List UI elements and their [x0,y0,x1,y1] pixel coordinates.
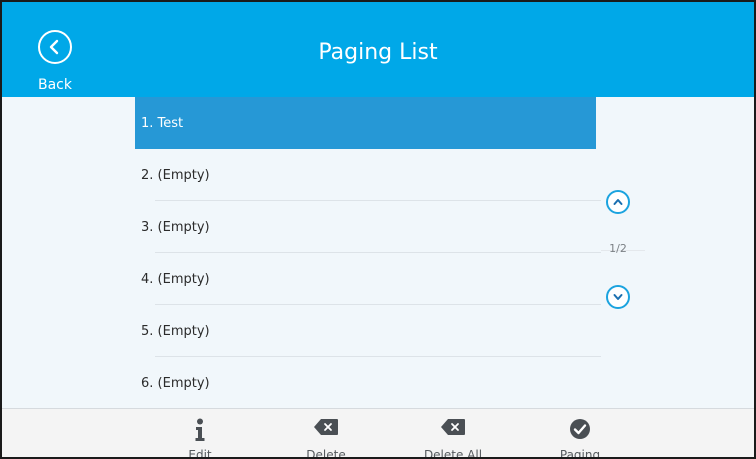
list-item[interactable]: 4. (Empty) [135,253,601,305]
check-circle-icon [570,419,590,439]
edit-label: Edit [188,448,212,459]
list-item[interactable]: 6. (Empty) [135,357,601,409]
list-item-label: 6. (Empty) [141,376,210,391]
paging-button[interactable]: Paging [540,409,620,459]
chevron-down-icon [613,294,623,300]
phone-screen: Back Paging List 1. Test 2. (Empty) 3. (… [0,0,756,459]
chevron-up-icon [613,199,623,205]
page-down-button[interactable] [606,285,630,309]
list-item[interactable]: 1. Test [135,97,596,149]
page-title: Paging List [318,40,438,65]
edit-button[interactable]: Edit [160,409,240,459]
backspace-icon [441,419,465,435]
list-item-label: 2. (Empty) [141,168,210,183]
list-item[interactable]: 2. (Empty) [135,149,601,201]
backspace-icon [314,419,338,435]
delete-all-label: Delete All [423,448,483,459]
delete-button[interactable]: Delete [286,409,366,459]
page-up-button[interactable] [606,190,630,214]
paging-label: Paging [559,448,601,459]
list-item-label: 1. Test [141,116,184,131]
softkey-bar: Edit Delete Delete All Paging [2,408,754,459]
page-indicator: 1/2 [609,242,627,255]
delete-all-button[interactable]: Delete All [413,409,493,459]
back-label: Back [38,77,72,93]
list-item-label: 3. (Empty) [141,220,210,235]
info-icon [195,418,205,441]
header-bar: Back Paging List [2,2,754,97]
delete-label: Delete [306,448,346,459]
list-item-label: 5. (Empty) [141,324,210,339]
list-item[interactable]: 5. (Empty) [135,305,601,357]
list-item[interactable]: 3. (Empty) [135,201,601,253]
paging-list: 1. Test 2. (Empty) 3. (Empty) 4. (Empty)… [135,97,601,409]
list-item-label: 4. (Empty) [141,272,210,287]
